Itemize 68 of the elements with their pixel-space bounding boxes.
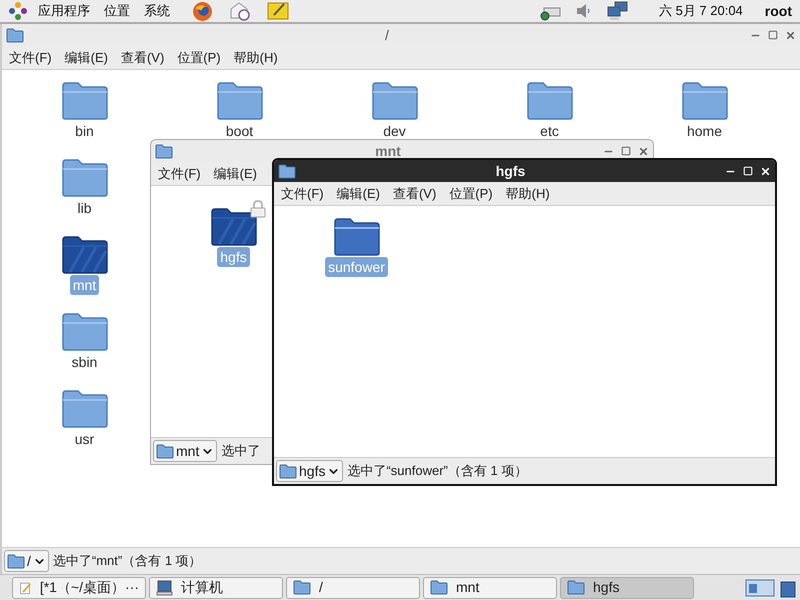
lock-icon <box>248 200 266 218</box>
panel-menu[interactable]: 系统 <box>144 1 170 21</box>
location-button[interactable]: hgfs <box>276 460 344 482</box>
folder-icon <box>278 164 296 178</box>
folder-icon <box>7 554 25 568</box>
folder-icon <box>62 82 108 120</box>
menu-item[interactable]: 文件(F) <box>9 48 52 68</box>
folder-icon <box>62 236 108 274</box>
window-title: / <box>384 26 390 44</box>
menu-item[interactable]: 文件(F) <box>158 164 201 184</box>
window-title: mnt <box>374 142 402 160</box>
menu-item[interactable]: 位置(P) <box>449 184 493 204</box>
network-computers-icon[interactable] <box>606 1 629 21</box>
folder-icon <box>216 82 262 120</box>
panel-menu[interactable]: 位置 <box>104 1 130 21</box>
folder-label[interactable]: dev <box>380 121 409 141</box>
folder-icon <box>6 28 24 42</box>
menu-item[interactable]: 帮助(H) <box>506 184 550 204</box>
taskbar-button[interactable]: 计算机 <box>149 576 283 598</box>
folder-icon <box>210 208 256 246</box>
folder-label[interactable]: etc <box>537 121 562 141</box>
note-editor-icon[interactable] <box>267 1 289 21</box>
user-name[interactable]: root <box>764 0 792 22</box>
folder-label[interactable]: boot <box>222 121 256 141</box>
folder-label[interactable]: home <box>684 121 726 141</box>
folder-icon <box>279 464 297 478</box>
folder-icon <box>682 82 728 120</box>
location-button[interactable]: / <box>4 550 49 572</box>
folder-icon <box>155 144 173 158</box>
taskbar-button[interactable]: mnt <box>423 576 557 598</box>
folder-icon <box>62 159 108 197</box>
menu-item[interactable]: 编辑(E) <box>336 184 380 204</box>
menu-item[interactable]: 文件(F) <box>281 184 324 204</box>
window-title: hgfs <box>494 162 526 181</box>
folder-icon <box>430 580 448 595</box>
clock-text[interactable]: 六 5月 7 20:04 <box>658 1 743 21</box>
folder-icon <box>62 390 108 428</box>
menu-item[interactable]: 查看(V) <box>392 184 436 204</box>
status-text: 选中了“mnt”（含有 1 项） <box>52 552 202 570</box>
menu-item[interactable]: 位置(P) <box>177 48 221 68</box>
folder-icon <box>334 218 380 256</box>
folder-label[interactable]: lib <box>74 198 94 218</box>
folder-icon <box>567 580 585 595</box>
speaker-icon[interactable] <box>574 2 591 20</box>
mail-clock-icon[interactable] <box>229 1 251 21</box>
folder-icon <box>62 313 108 351</box>
menu-item[interactable]: 查看(V) <box>120 48 164 68</box>
folder-icon <box>293 580 311 595</box>
workspace-icon[interactable] <box>745 578 775 598</box>
menu-item[interactable]: 编辑(E) <box>214 164 257 184</box>
status-text: 选中了“sunfower”（含有 1 项） <box>347 462 528 480</box>
taskbar-button[interactable]: / <box>286 576 420 598</box>
panel-menu[interactable]: 应用程序 <box>38 1 90 21</box>
menu-item[interactable]: 帮助(H) <box>234 48 278 68</box>
taskbar-button[interactable]: [*1（~/桌面）··· <box>12 576 146 598</box>
computer-icon <box>156 580 173 596</box>
browser-icon[interactable] <box>192 0 213 22</box>
location-button[interactable]: mnt <box>153 440 218 462</box>
folder-label[interactable]: bin <box>72 121 97 141</box>
flower-logo-icon[interactable] <box>8 1 28 21</box>
folder-icon <box>372 82 418 120</box>
status-text: 选中了 <box>221 442 260 460</box>
menu-item[interactable]: 编辑(E) <box>64 48 108 68</box>
folder-label[interactable]: usr <box>72 429 98 449</box>
folder-icon <box>156 444 174 458</box>
folder-icon <box>526 82 572 120</box>
taskbar-button[interactable]: hgfs <box>560 576 694 598</box>
folder-label[interactable]: sbin <box>68 352 100 372</box>
